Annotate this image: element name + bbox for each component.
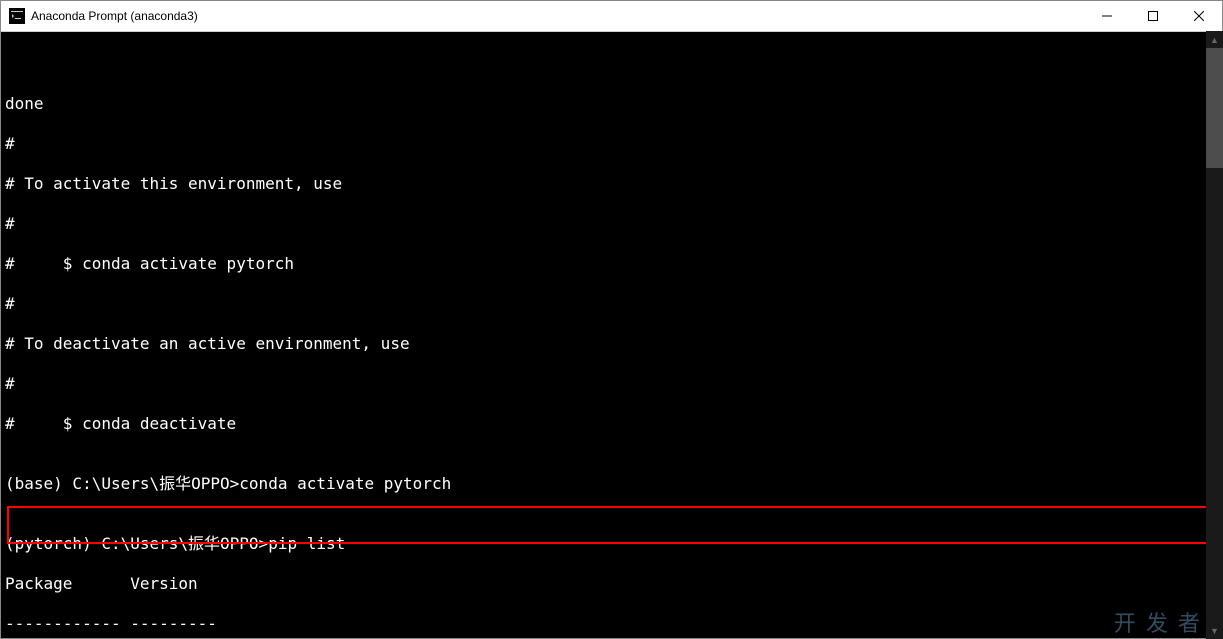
scroll-down-icon[interactable]: ▼ (1206, 622, 1223, 639)
terminal-line: ------------ --------- (5, 614, 1218, 634)
terminal-line: # (5, 214, 1218, 234)
terminal-content: done # # To activate this environment, u… (5, 74, 1218, 638)
titlebar[interactable]: Anaconda Prompt (anaconda3) (1, 1, 1222, 32)
app-icon (9, 8, 25, 24)
terminal-line: done (5, 94, 1218, 114)
terminal-line: # (5, 134, 1218, 154)
window-controls (1084, 1, 1222, 31)
terminal-line: (pytorch) C:\Users\振华OPPO>pip list (5, 534, 1218, 554)
scroll-up-icon[interactable]: ▲ (1206, 31, 1223, 48)
terminal-line: # To deactivate an active environment, u… (5, 334, 1218, 354)
terminal-line: # $ conda activate pytorch (5, 254, 1218, 274)
vertical-scrollbar[interactable]: ▲ ▼ (1206, 31, 1223, 639)
terminal-line: # To activate this environment, use (5, 174, 1218, 194)
terminal-line: Package Version (5, 574, 1218, 594)
terminal-line: (base) C:\Users\振华OPPO>conda activate py… (5, 474, 1218, 494)
watermark-text: 开 发 者 (1114, 614, 1202, 634)
close-button[interactable] (1176, 1, 1222, 31)
terminal-line: # (5, 294, 1218, 314)
terminal-window: Anaconda Prompt (anaconda3) done # # To … (0, 0, 1223, 639)
window-title: Anaconda Prompt (anaconda3) (31, 9, 1084, 23)
terminal-line: # (5, 374, 1218, 394)
terminal-area[interactable]: done # # To activate this environment, u… (1, 32, 1222, 638)
maximize-button[interactable] (1130, 1, 1176, 31)
terminal-line: # $ conda deactivate (5, 414, 1218, 434)
minimize-button[interactable] (1084, 1, 1130, 31)
scrollbar-thumb[interactable] (1206, 48, 1223, 168)
